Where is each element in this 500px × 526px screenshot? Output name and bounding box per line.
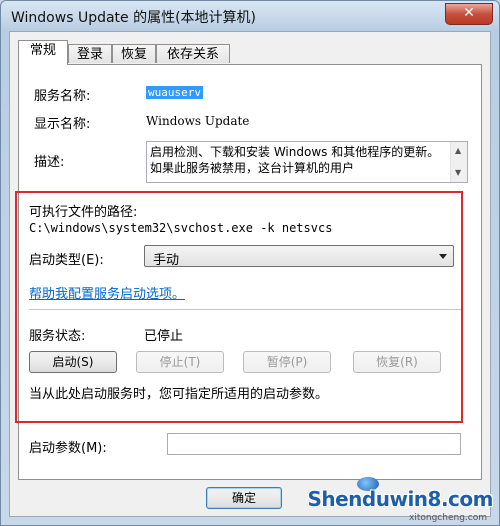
startup-type-label: 启动类型(E):	[29, 253, 104, 268]
resume-button[interactable]: 恢复(R)	[353, 351, 441, 373]
window-title: Windows Update 的属性(本地计算机)	[11, 10, 257, 26]
ok-button[interactable]: 确定	[206, 487, 282, 509]
description-box[interactable]: 启用检测、下载和安装 Windows 和其他程序的更新。如果此服务被禁用，这台计…	[146, 141, 468, 183]
service-name-label: 服务名称:	[34, 89, 91, 104]
display-name-value: Windows Update	[146, 114, 250, 128]
dialog-client-area: 常规 登录 恢复 依存关系 服务名称: wuauserv 显示名称: Windo…	[9, 31, 491, 517]
title-bar[interactable]: Windows Update 的属性(本地计算机) ✕	[1, 1, 499, 29]
start-params-label: 启动参数(M):	[29, 441, 107, 456]
startup-type-select[interactable]: 手动	[144, 245, 454, 268]
service-status-label: 服务状态:	[29, 329, 86, 344]
scroll-down-icon[interactable]: ▼	[455, 168, 461, 177]
watermark-sub: xitongcheng.com	[409, 513, 487, 523]
start-params-hint: 当从此处启动服务时，您可指定所适用的启动参数。	[29, 387, 329, 402]
startup-type-value: 手动	[153, 253, 180, 268]
help-configure-link[interactable]: 帮助我配置服务启动选项。	[29, 283, 185, 302]
tab-dependencies[interactable]: 依存关系	[156, 44, 230, 63]
pause-button[interactable]: 暂停(P)	[243, 351, 331, 373]
service-name-value[interactable]: wuauserv	[146, 86, 203, 99]
tab-general[interactable]: 常规	[18, 40, 68, 65]
stop-button[interactable]: 停止(T)	[136, 351, 224, 373]
chevron-down-icon	[439, 254, 447, 259]
description-label: 描述:	[34, 155, 65, 170]
general-tab-panel: 服务名称: wuauserv 显示名称: Windows Update 描述: …	[15, 64, 482, 480]
watermark-brand: Shenduwin8.com	[307, 487, 493, 511]
description-scrollbar[interactable]: ▲ ▼	[450, 142, 467, 182]
close-button[interactable]: ✕	[445, 3, 493, 25]
tab-recovery[interactable]: 恢复	[112, 44, 156, 63]
divider	[29, 309, 461, 310]
watermark: Shenduwin8.com xitongcheng.com	[307, 469, 499, 525]
service-properties-window: Windows Update 的属性(本地计算机) ✕ 常规 登录 恢复 依存关…	[0, 0, 500, 526]
start-button[interactable]: 启动(S)	[29, 351, 117, 373]
exe-path-value: C:\windows\system32\svchost.exe -k netsv…	[29, 221, 333, 235]
start-params-input[interactable]	[167, 433, 461, 455]
exe-path-label: 可执行文件的路径:	[29, 205, 138, 220]
close-icon: ✕	[463, 5, 475, 21]
service-name-value-wrap: wuauserv	[146, 85, 203, 99]
display-name-label: 显示名称:	[34, 117, 91, 132]
tab-logon[interactable]: 登录	[68, 44, 112, 63]
scroll-up-icon[interactable]: ▲	[455, 146, 461, 155]
service-status-value: 已停止	[144, 329, 184, 344]
description-text: 启用检测、下载和安装 Windows 和其他程序的更新。如果此服务被禁用，这台计…	[150, 145, 440, 175]
